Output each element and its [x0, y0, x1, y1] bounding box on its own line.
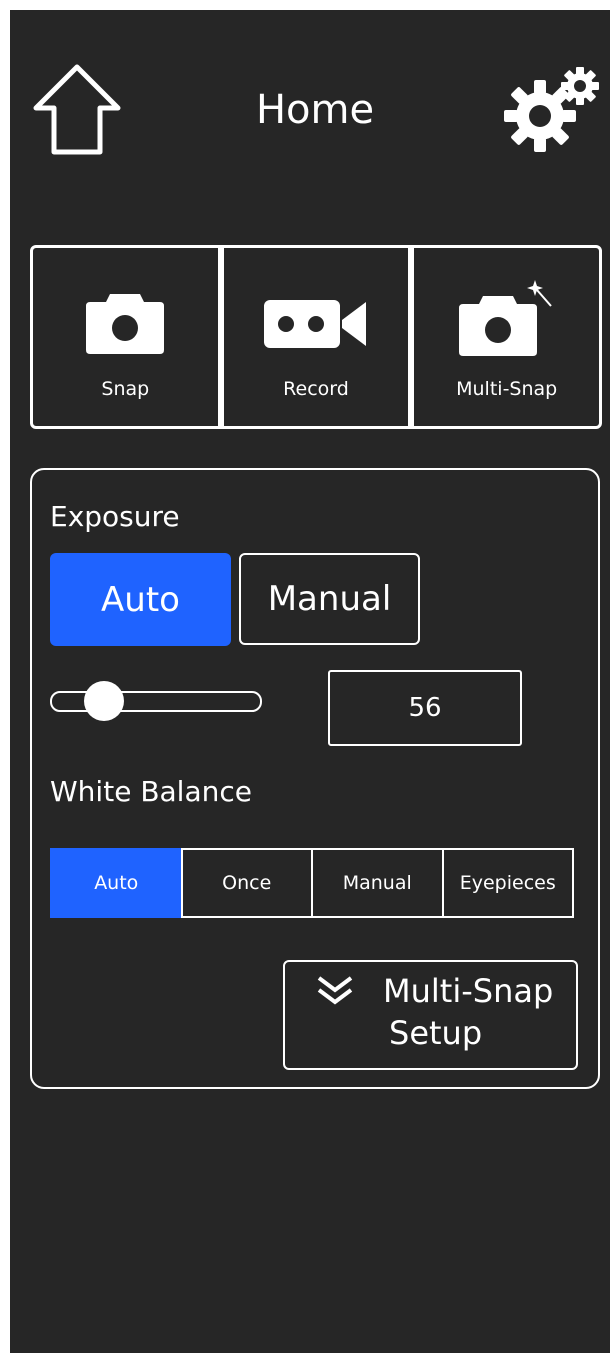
snap-label: Snap	[101, 378, 150, 400]
wb-auto-button[interactable]: Auto	[50, 848, 183, 918]
home-icon	[33, 64, 121, 155]
multi-snap-button[interactable]: Multi-Snap	[414, 248, 599, 426]
exposure-auto-button[interactable]: Auto	[50, 553, 231, 646]
home-button[interactable]	[30, 62, 124, 158]
wb-manual-button[interactable]: Manual	[311, 848, 444, 918]
camera-icon	[86, 294, 165, 354]
settings-button[interactable]	[504, 66, 600, 156]
gears-icon	[504, 67, 599, 152]
record-label: Record	[283, 378, 349, 400]
exposure-slider-track[interactable]	[50, 691, 262, 712]
white-balance-segmented-control: Auto Once Manual Eyepieces	[50, 848, 574, 918]
snap-button[interactable]: Snap	[33, 248, 224, 426]
page-title: Home	[255, 87, 375, 133]
multi-snap-setup-label-line2: Setup	[389, 1014, 483, 1052]
exposure-value-field[interactable]: 56	[328, 670, 522, 746]
multi-snap-setup-button[interactable]: Multi-Snap Setup	[283, 960, 578, 1070]
camera-sparkle-icon	[458, 280, 552, 356]
app-screen: Home Snap Record Multi-Snap Exposure Aut…	[10, 10, 610, 1353]
multi-snap-label: Multi-Snap	[456, 378, 558, 400]
wb-eyepieces-button[interactable]: Eyepieces	[441, 848, 574, 918]
wb-once-button[interactable]: Once	[180, 848, 313, 918]
multi-snap-setup-label-line1: Multi-Snap	[383, 972, 554, 1010]
record-button[interactable]: Record	[224, 248, 415, 426]
white-balance-label: White Balance	[50, 775, 252, 808]
double-chevron-down-icon	[317, 976, 353, 1005]
capture-toolbar: Snap Record Multi-Snap	[30, 245, 602, 429]
video-camera-icon	[264, 300, 366, 348]
exposure-label: Exposure	[50, 500, 180, 533]
exposure-manual-button[interactable]: Manual	[239, 553, 420, 645]
